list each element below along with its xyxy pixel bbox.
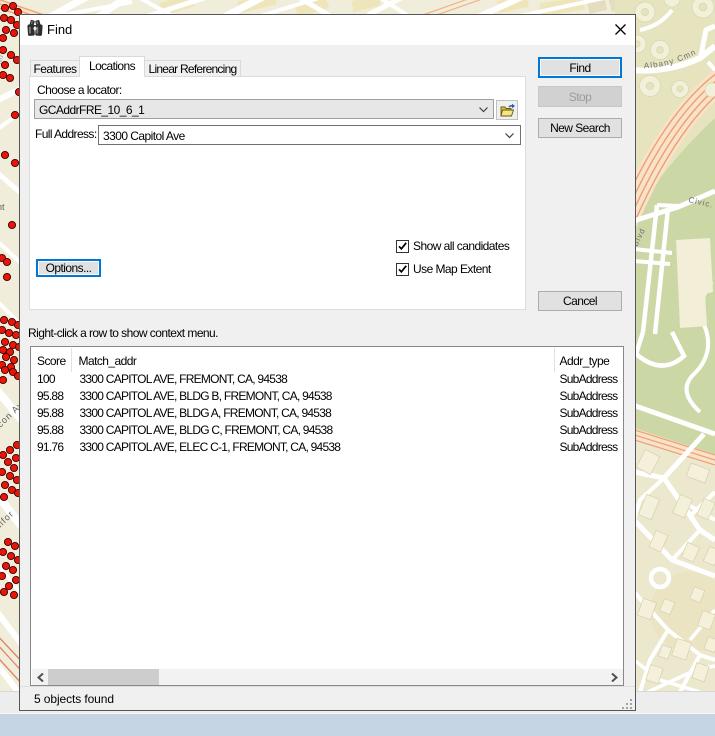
svg-text:nt: nt (0, 202, 5, 212)
